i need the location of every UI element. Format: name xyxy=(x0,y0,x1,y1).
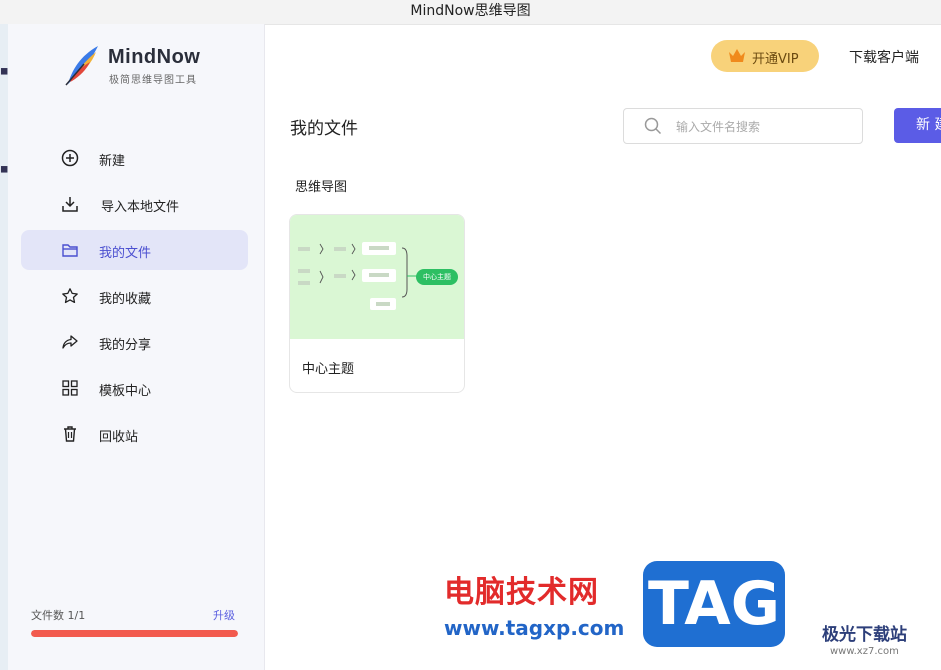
sidebar-item-import[interactable]: 导入本地文件 xyxy=(21,184,248,224)
upgrade-link[interactable]: 升级 xyxy=(213,607,235,623)
download-icon xyxy=(61,195,79,213)
sidebar-item-label: 我的分享 xyxy=(99,338,152,353)
trash-icon xyxy=(61,425,79,443)
plus-circle-icon xyxy=(61,149,79,167)
vip-button[interactable]: 开通VIP xyxy=(711,40,819,72)
sidebar-item-trash[interactable]: 回收站 xyxy=(21,414,248,454)
sidebar-item-shares[interactable]: 我的分享 xyxy=(21,322,248,362)
brand-name: MindNow xyxy=(108,46,201,68)
sidebar: MindNow 极简思维导图工具 新建 导入本地文件 我的文件 我的收藏 我的分… xyxy=(8,24,265,670)
sidebar-item-favorites[interactable]: 我的收藏 xyxy=(21,276,248,316)
download-client-link[interactable]: 下载客户端 xyxy=(849,47,919,67)
mindmap-card[interactable]: 中心主题 中心主题 xyxy=(289,214,465,393)
sidebar-item-label: 回收站 xyxy=(99,430,139,445)
window-title: MindNow思维导图 xyxy=(0,0,941,25)
mindmap-thumbnail: 中心主题 xyxy=(290,215,464,339)
search-icon xyxy=(644,117,662,135)
storage-progress-fill xyxy=(31,630,238,637)
sidebar-item-templates[interactable]: 模板中心 xyxy=(21,368,248,408)
folder-icon xyxy=(61,241,79,259)
sidebar-item-new[interactable]: 新建 xyxy=(21,138,248,178)
sidebar-nav: 新建 导入本地文件 我的文件 我的收藏 我的分享 模板中心 回收站 xyxy=(21,138,248,460)
section-title: 思维导图 xyxy=(295,180,348,195)
share-icon xyxy=(61,333,79,351)
vip-label: 开通VIP xyxy=(752,52,799,67)
card-title: 中心主题 xyxy=(302,362,355,377)
sidebar-item-label: 模板中心 xyxy=(99,384,152,399)
search-input[interactable] xyxy=(674,115,858,139)
grid-icon xyxy=(61,379,79,397)
feather-logo-icon xyxy=(65,46,98,86)
sidebar-item-label: 我的文件 xyxy=(99,246,152,261)
storage-progress-bar xyxy=(31,630,238,637)
brand-tagline: 极简思维导图工具 xyxy=(109,75,197,86)
new-button[interactable]: 新 建 xyxy=(894,108,941,143)
thumbnail-center-node: 中心主题 xyxy=(423,273,451,281)
search-box xyxy=(623,108,863,144)
sidebar-item-label: 我的收藏 xyxy=(99,292,152,307)
star-icon xyxy=(61,287,79,305)
background-window-strip: ◼ ◼ xyxy=(0,24,8,670)
main-content: 开通VIP 下载客户端 我的文件 新 建 思维导图 xyxy=(265,24,941,670)
crown-icon xyxy=(729,49,745,62)
sidebar-item-label: 新建 xyxy=(99,154,126,169)
file-count: 文件数 1/1 xyxy=(31,609,86,622)
sidebar-item-label: 导入本地文件 xyxy=(101,200,180,215)
sidebar-item-my-files[interactable]: 我的文件 xyxy=(21,230,248,270)
page-title: 我的文件 xyxy=(290,119,358,139)
brand-logo[interactable]: MindNow 极简思维导图工具 xyxy=(62,44,242,88)
